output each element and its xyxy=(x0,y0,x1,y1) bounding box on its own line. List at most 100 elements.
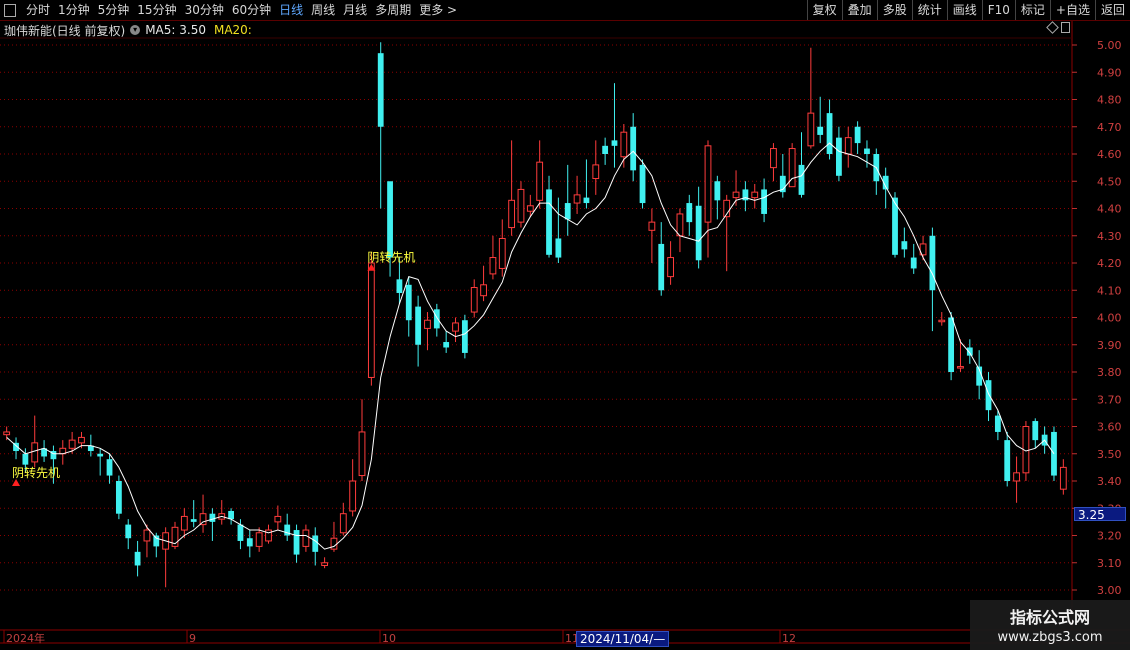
candle[interactable] xyxy=(358,399,366,481)
candle[interactable] xyxy=(770,143,777,182)
tab-15min[interactable]: 15分钟 xyxy=(133,0,180,20)
candle[interactable] xyxy=(882,167,889,209)
candle[interactable] xyxy=(1013,456,1020,503)
candle[interactable] xyxy=(798,132,805,198)
candle[interactable] xyxy=(573,175,581,214)
candle[interactable] xyxy=(695,186,702,269)
candle[interactable] xyxy=(97,448,104,476)
candle[interactable] xyxy=(948,312,955,381)
diamond-icon[interactable] xyxy=(1046,21,1059,34)
candle[interactable] xyxy=(807,47,815,149)
candle[interactable] xyxy=(555,197,562,263)
candle[interactable] xyxy=(246,530,253,558)
candle[interactable] xyxy=(443,331,450,353)
candle[interactable] xyxy=(41,440,47,462)
candle[interactable] xyxy=(199,494,207,533)
candle[interactable] xyxy=(209,508,216,541)
candle[interactable] xyxy=(13,437,19,460)
candle[interactable] xyxy=(667,241,674,285)
tab-weekly[interactable]: 周线 xyxy=(307,0,339,20)
candle[interactable] xyxy=(592,140,600,195)
candle[interactable] xyxy=(648,208,656,264)
candle[interactable] xyxy=(854,121,861,154)
candle[interactable] xyxy=(583,159,590,209)
candle[interactable] xyxy=(658,222,665,296)
candle[interactable] xyxy=(452,317,459,343)
candle[interactable] xyxy=(639,159,646,209)
candle[interactable] xyxy=(1004,431,1011,487)
candle[interactable] xyxy=(536,140,544,209)
candle[interactable] xyxy=(723,194,731,272)
statistics-button[interactable]: 统计 xyxy=(911,0,947,20)
candle[interactable] xyxy=(470,279,478,318)
candle[interactable] xyxy=(844,126,852,168)
candle[interactable] xyxy=(742,181,749,212)
candle[interactable] xyxy=(892,192,898,258)
candle[interactable] xyxy=(489,235,497,280)
candle[interactable] xyxy=(424,312,431,351)
candle[interactable] xyxy=(31,415,39,468)
tab-daily[interactable]: 日线 xyxy=(275,0,307,20)
tab-60min[interactable]: 60分钟 xyxy=(228,0,275,20)
candle[interactable] xyxy=(938,312,946,326)
candle[interactable] xyxy=(564,164,571,236)
candle[interactable] xyxy=(106,453,113,484)
candle[interactable] xyxy=(228,508,234,525)
candle[interactable] xyxy=(751,183,759,209)
candle[interactable] xyxy=(162,527,170,588)
document-icon[interactable] xyxy=(4,3,16,17)
candle[interactable] xyxy=(676,208,684,253)
candle[interactable] xyxy=(508,140,516,236)
candle[interactable] xyxy=(704,140,712,258)
candle[interactable] xyxy=(302,524,310,552)
candle[interactable] xyxy=(274,505,282,531)
candle[interactable] xyxy=(966,339,973,364)
candle[interactable] xyxy=(284,513,291,541)
tab-1min[interactable]: 1分钟 xyxy=(54,0,94,20)
candle[interactable] xyxy=(714,175,721,220)
f10-button[interactable]: F10 xyxy=(981,0,1015,20)
kline-chart[interactable]: 5.00 4.90 4.80 4.70 4.60 4.50 4.40 4.30 4.20 4.10… xyxy=(0,0,1130,650)
candle[interactable] xyxy=(190,500,197,528)
candle[interactable] xyxy=(779,154,786,198)
candle[interactable] xyxy=(171,521,179,550)
candle[interactable] xyxy=(901,227,908,258)
tab-multi-period[interactable]: 多周期 xyxy=(371,0,415,20)
candle[interactable] xyxy=(817,96,824,144)
candle[interactable] xyxy=(415,295,422,367)
settings-circle-icon[interactable]: ▾ xyxy=(130,25,141,35)
candle[interactable] xyxy=(349,459,357,517)
candle[interactable] xyxy=(405,276,412,337)
candle[interactable] xyxy=(367,252,375,386)
candle[interactable] xyxy=(265,524,272,544)
candle[interactable] xyxy=(686,194,693,236)
tab-monthly[interactable]: 月线 xyxy=(339,0,371,20)
candle[interactable] xyxy=(517,181,525,228)
candle[interactable] xyxy=(115,475,122,520)
candle[interactable] xyxy=(3,426,11,441)
candle[interactable] xyxy=(339,502,347,536)
overlay-button[interactable]: 叠加 xyxy=(841,0,877,20)
candle[interactable] xyxy=(546,175,552,258)
restore-rights-button[interactable]: 复权 xyxy=(806,0,842,20)
candle[interactable] xyxy=(312,527,319,566)
tab-more[interactable]: 更多 > xyxy=(415,0,461,20)
add-watchlist-button[interactable]: +自选 xyxy=(1049,0,1095,20)
candle[interactable] xyxy=(321,557,329,569)
candle[interactable] xyxy=(498,219,506,277)
tab-5min[interactable]: 5分钟 xyxy=(94,0,134,20)
tab-fenshi[interactable]: 分时 xyxy=(22,0,54,20)
candle[interactable] xyxy=(826,99,833,160)
candle[interactable] xyxy=(836,126,842,182)
back-button[interactable]: 返回 xyxy=(1094,0,1130,20)
mark-button[interactable]: 标记 xyxy=(1014,0,1050,20)
candle[interactable] xyxy=(620,124,628,168)
candle[interactable] xyxy=(461,314,468,359)
candle[interactable] xyxy=(1032,418,1039,449)
candle[interactable] xyxy=(125,519,132,550)
candle[interactable] xyxy=(377,42,384,209)
candle[interactable] xyxy=(602,137,609,165)
candle[interactable] xyxy=(480,265,487,302)
draw-line-button[interactable]: 画线 xyxy=(946,0,982,20)
candle[interactable] xyxy=(218,500,226,525)
